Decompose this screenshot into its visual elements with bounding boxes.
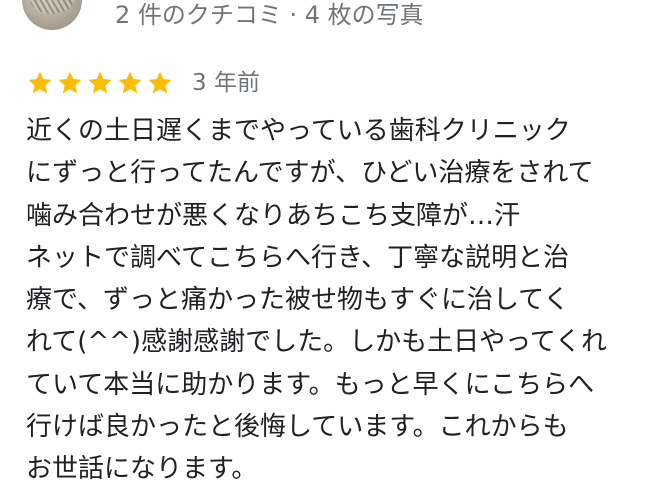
review-text-line: 療で、ずっと痛かった被せ物もすぐに治してく: [26, 285, 570, 316]
rating-row: 3 年前: [26, 66, 260, 100]
review-text-line: れて(^^)感謝感謝でした。しかも土日やってくれ: [26, 327, 607, 358]
review-date: 3 年前: [192, 70, 260, 96]
review-text-line: 近くの土日遅くまでやっている歯科クリニック: [26, 116, 571, 146]
review-text-line: ネットで調べてこちらへ行き、丁寧な説明と治: [26, 242, 570, 273]
reviewer-header: 2 件のクチコミ · 4 枚の写真: [0, 0, 668, 30]
star-icon: [26, 69, 54, 97]
review-text-line: 噛み合わせが悪くなりあちこち支障が…汗: [26, 200, 521, 231]
reviewer-avatar[interactable]: [22, 0, 82, 30]
review-text-line: にずっと行ってたんですが、ひどい治療をされて: [26, 158, 594, 189]
star-icon: [86, 69, 114, 97]
star-rating: [26, 69, 176, 97]
star-icon: [146, 69, 174, 97]
star-icon: [56, 69, 84, 97]
star-icon: [116, 69, 144, 97]
review-text-line: 行けば良かったと後悔しています。これからも: [26, 412, 569, 443]
review-text-line: お世話になります。: [26, 454, 258, 485]
reviewer-meta[interactable]: 2 件のクチコミ · 4 枚の写真: [115, 0, 424, 30]
review-text: 近くの土日遅くまでやっている歯科クリニック にずっと行ってたんですが、ひどい治療を…: [26, 110, 642, 491]
review-text-line: ていて本当に助かります。もっと早くにこちらへ: [26, 369, 595, 400]
more-vert-icon[interactable]: [620, 0, 630, 14]
review-card: 2 件のクチコミ · 4 枚の写真 3 年前 近くの土日遅くまでやっている歯科ク…: [0, 0, 668, 490]
